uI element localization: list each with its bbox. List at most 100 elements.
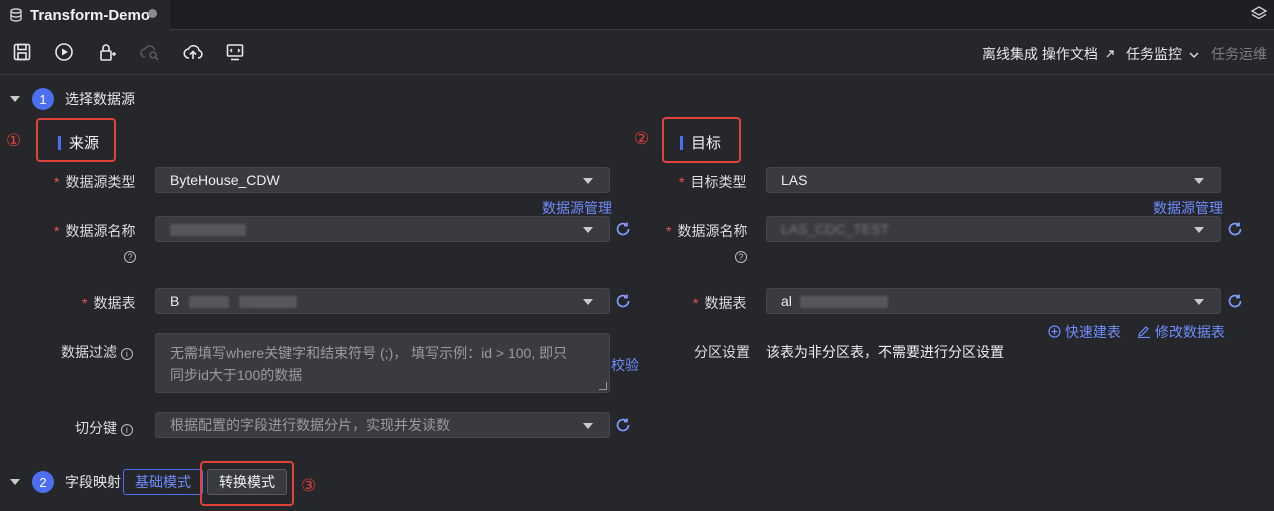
section-select-datasource[interactable]: 1 选择数据源 xyxy=(10,88,135,110)
source-type-label-text: 数据源类型 xyxy=(65,174,136,190)
filter-placeholder-line: 同步id大于100的数据 xyxy=(170,367,303,383)
source-manage-link[interactable]: 数据源管理 xyxy=(542,198,612,218)
refresh-icon[interactable] xyxy=(1227,221,1243,237)
split-key-select[interactable]: 根据配置的字段进行数据分片，实现并发读数 xyxy=(155,412,610,438)
editor-tab[interactable]: Transform-Demo xyxy=(0,0,170,30)
chevron-down-icon xyxy=(583,178,593,184)
partition-label: 分区设置 xyxy=(694,344,750,360)
source-type-value: ByteHouse_CDW xyxy=(170,172,280,188)
chevron-down-icon xyxy=(1194,178,1204,184)
docs-link-label: 离线集成 操作文档 xyxy=(982,46,1098,62)
task-monitor-menu[interactable]: 任务监控 xyxy=(1126,44,1199,64)
source-filter-label: 数据过滤 i xyxy=(61,342,133,362)
docs-link[interactable]: 离线集成 操作文档 xyxy=(982,44,1115,64)
quick-create-label: 快速建表 xyxy=(1064,324,1121,340)
target-name-value: LAS_CDC_TEST xyxy=(781,221,890,237)
database-icon xyxy=(10,8,22,22)
source-name-select[interactable] xyxy=(155,216,610,242)
info-icon[interactable]: i xyxy=(120,424,133,436)
refresh-icon[interactable] xyxy=(615,293,631,309)
redacted-value xyxy=(189,296,230,309)
collapse-caret-icon[interactable] xyxy=(10,96,20,102)
source-heading-label: 来源 xyxy=(69,135,100,152)
info-icon[interactable]: i xyxy=(120,348,133,360)
annotation-number: ② xyxy=(634,129,650,148)
task-monitor-label: 任务监控 xyxy=(1126,46,1182,62)
toolbar: 离线集成 操作文档 任务监控 任务运维 xyxy=(0,30,1274,75)
target-type-value: LAS xyxy=(781,172,808,188)
target-name-label: * 数据源名称 xyxy=(666,223,748,239)
split-key-placeholder: 根据配置的字段进行数据分片，实现并发读数 xyxy=(170,417,450,433)
tab-title: Transform-Demo xyxy=(30,6,151,24)
section-title: 选择数据源 xyxy=(65,91,135,107)
collapse-caret-icon[interactable] xyxy=(10,479,20,485)
run-icon[interactable] xyxy=(54,42,74,62)
quick-create-table-button[interactable]: 快速建表 xyxy=(1048,322,1121,342)
chevron-down-icon xyxy=(583,299,593,305)
target-name-label-text: 数据源名称 xyxy=(677,223,748,239)
split-key-label-text: 切分键 xyxy=(75,420,117,436)
target-type-label: * 目标类型 xyxy=(679,174,747,190)
source-table-label: * 数据表 xyxy=(82,295,136,311)
validate-link[interactable]: 校验 xyxy=(611,355,639,375)
refresh-icon[interactable] xyxy=(1227,293,1243,309)
chevron-down-icon xyxy=(1194,227,1204,233)
help-icon[interactable]: ? xyxy=(735,251,747,263)
redacted-value xyxy=(170,224,246,237)
redacted-value xyxy=(239,296,298,309)
chevron-down-icon xyxy=(1189,52,1199,58)
cloud-search-icon xyxy=(140,45,159,61)
external-link-icon xyxy=(1106,50,1114,58)
lock-icon[interactable] xyxy=(97,42,117,62)
step-badge: 1 xyxy=(32,88,54,110)
heading-accent-bar xyxy=(680,135,683,150)
cloud-upload-icon[interactable] xyxy=(183,42,203,62)
source-type-label: * 数据源类型 xyxy=(54,174,136,190)
title-bar: Transform-Demo xyxy=(0,0,1274,30)
edit-pencil-icon xyxy=(1138,326,1150,339)
target-table-label-text: 数据表 xyxy=(704,295,747,311)
heading-accent-bar xyxy=(58,135,61,150)
target-heading-label: 目标 xyxy=(691,135,722,152)
plus-circle-icon xyxy=(1048,325,1061,338)
section-field-mapping[interactable]: 2 字段映射 xyxy=(10,471,121,493)
target-heading: 目标 xyxy=(680,132,721,153)
filter-placeholder-line: 无需填写where关键字和结束符号 (;)， 填写示例：id > 100, 即只 xyxy=(170,345,568,361)
source-table-select[interactable]: B xyxy=(155,288,610,314)
refresh-icon[interactable] xyxy=(615,417,631,433)
unsaved-dot-icon xyxy=(148,9,157,18)
step-badge: 2 xyxy=(32,471,54,493)
split-key-label: 切分键 i xyxy=(75,418,133,438)
layers-icon[interactable] xyxy=(1250,5,1268,23)
source-name-label: * 数据源名称 xyxy=(54,223,136,239)
task-ops-link: 任务运维 xyxy=(1211,46,1267,62)
save-icon[interactable] xyxy=(12,42,32,62)
section-title: 字段映射 xyxy=(65,474,121,490)
source-name-label-text: 数据源名称 xyxy=(65,223,136,239)
basic-mode-button[interactable]: 基础模式 xyxy=(123,469,203,495)
annotation-number: ① xyxy=(6,131,22,150)
edit-table-button[interactable]: 修改数据表 xyxy=(1137,322,1225,342)
source-table-value: B xyxy=(170,293,180,309)
source-table-label-text: 数据表 xyxy=(93,295,136,311)
source-heading: 来源 xyxy=(58,132,99,153)
annotation-number: ③ xyxy=(301,476,317,495)
source-type-select[interactable]: ByteHouse_CDW xyxy=(155,167,610,193)
target-name-select[interactable]: LAS_CDC_TEST xyxy=(766,216,1221,242)
help-icon[interactable]: ? xyxy=(124,251,136,263)
target-table-label: * 数据表 xyxy=(693,295,747,311)
target-table-value: al xyxy=(781,293,792,309)
monitor-code-icon[interactable] xyxy=(225,42,245,62)
filter-textarea[interactable]: 无需填写where关键字和结束符号 (;)， 填写示例：id > 100, 即只… xyxy=(155,333,610,393)
chevron-down-icon xyxy=(583,227,593,233)
resize-handle-icon[interactable] xyxy=(599,382,607,390)
target-manage-link[interactable]: 数据源管理 xyxy=(1153,198,1223,218)
target-table-select[interactable]: al xyxy=(766,288,1221,314)
chevron-down-icon xyxy=(1194,299,1204,305)
edit-table-label: 修改数据表 xyxy=(1154,324,1225,340)
refresh-icon[interactable] xyxy=(615,221,631,237)
annotation-box xyxy=(200,461,294,506)
redacted-value xyxy=(799,296,888,309)
target-type-select[interactable]: LAS xyxy=(766,167,1221,193)
partition-value: 该表为非分区表，不需要进行分区设置 xyxy=(766,344,1004,360)
